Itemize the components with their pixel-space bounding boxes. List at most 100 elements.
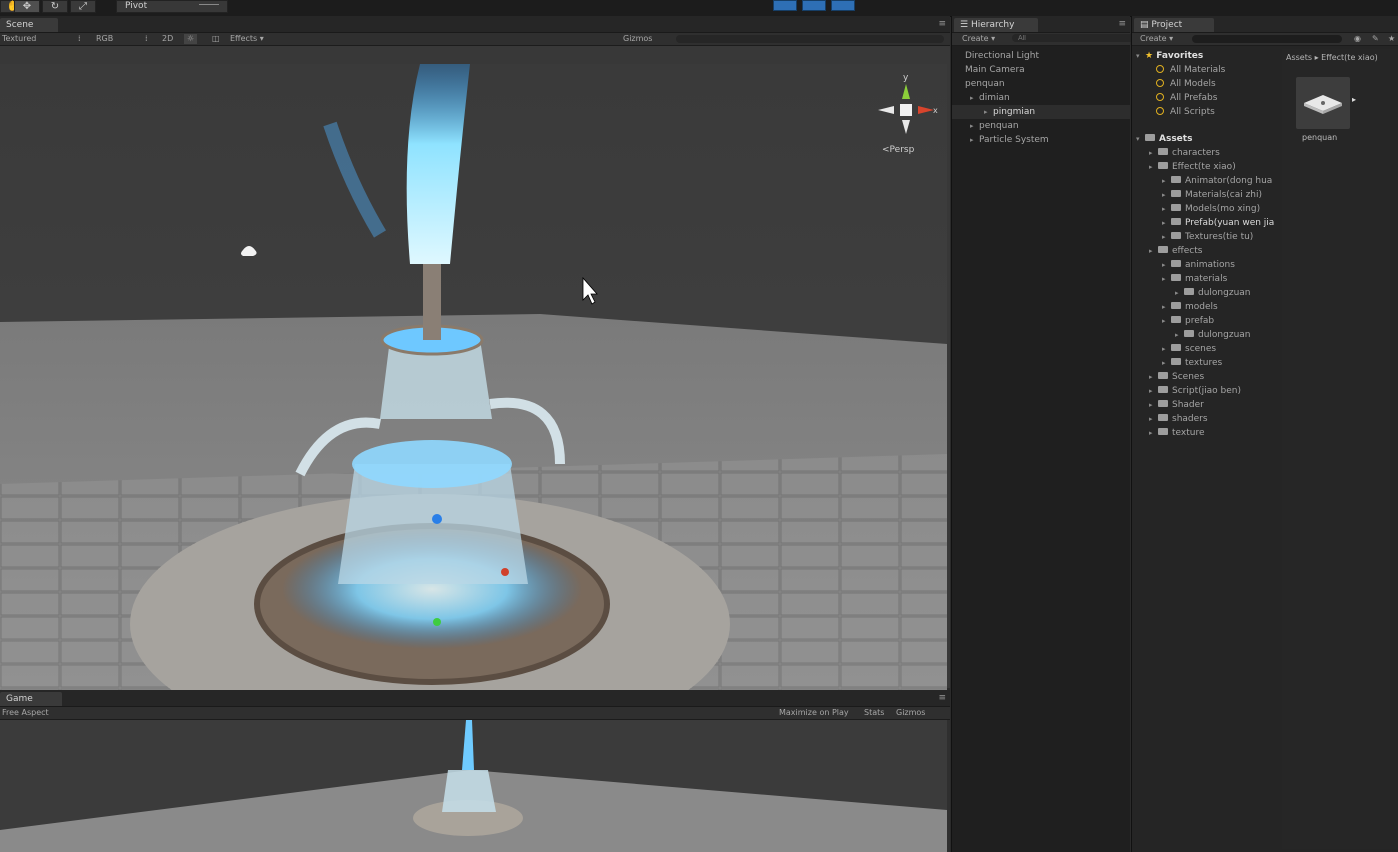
gizmos-dropdown[interactable]: Gizmos <box>623 33 652 45</box>
folder-expand-icon[interactable]: ▸ <box>1162 188 1171 202</box>
game-gizmos-dropdown[interactable]: Gizmos <box>896 707 925 719</box>
hierarchy-item[interactable]: Main Camera <box>952 63 1130 77</box>
move-gizmo-z[interactable] <box>432 514 442 524</box>
folder-expand-icon[interactable]: ▸ <box>1162 202 1171 216</box>
folder-expand-icon[interactable]: ▸ <box>1149 426 1158 440</box>
asset-folder-item[interactable]: ▸ Animator(dong hua <box>1132 174 1282 188</box>
move-gizmo-x[interactable] <box>501 568 509 576</box>
2d-toggle[interactable]: 2D <box>162 33 173 45</box>
shading-mode-dropdown[interactable]: Textured <box>2 33 36 45</box>
folder-expand-icon[interactable]: ▸ <box>1162 342 1171 356</box>
breadcrumb-current[interactable]: Effect(te xiao) <box>1321 53 1378 62</box>
gizmo-center-cube[interactable] <box>900 104 912 116</box>
maximize-on-play-toggle[interactable]: Maximize on Play <box>779 707 849 719</box>
project-create-button[interactable]: Create ▾ <box>1140 33 1173 45</box>
asset-folder-item[interactable]: ▸ Script(jiao ben) <box>1132 384 1282 398</box>
folder-expand-icon[interactable]: ▸ <box>1149 412 1158 426</box>
filter-by-type-icon[interactable]: ◉ <box>1354 33 1361 45</box>
panel-menu-icon[interactable]: ≡ <box>938 19 946 29</box>
folder-expand-icon[interactable]: ▸ <box>1162 174 1171 188</box>
asset-folder-item[interactable]: ▸ texture <box>1132 426 1282 440</box>
aspect-dropdown[interactable]: Free Aspect <box>2 707 49 719</box>
asset-folder-item[interactable]: ▸ prefab <box>1132 314 1282 328</box>
step-button[interactable] <box>831 0 855 11</box>
asset-folder-item[interactable]: ▸ materials <box>1132 272 1282 286</box>
favorite-item[interactable]: All Scripts <box>1132 105 1282 119</box>
asset-folder-item[interactable]: ▸ scenes <box>1132 342 1282 356</box>
folder-expand-icon[interactable]: ▸ <box>1149 384 1158 398</box>
folder-expand-icon[interactable]: ▸ <box>1162 216 1171 230</box>
hierarchy-item[interactable]: Directional Light <box>952 49 1130 63</box>
lighting-toggle-icon[interactable]: ☼ <box>184 34 198 44</box>
asset-folder-item[interactable]: ▸ Models(mo xing) <box>1132 202 1282 216</box>
folder-expand-icon[interactable]: ▸ <box>1162 258 1171 272</box>
tab-hierarchy[interactable]: ☰ Hierarchy <box>954 18 1038 32</box>
folder-expand-icon[interactable]: ▸ <box>1162 272 1171 286</box>
folder-expand-icon[interactable]: ▸ <box>1175 286 1184 300</box>
hierarchy-search-input[interactable] <box>1012 34 1134 42</box>
favorite-item[interactable]: All Materials <box>1132 63 1282 77</box>
asset-folder-item[interactable]: ▸ dulongzuan <box>1132 328 1282 342</box>
hierarchy-item[interactable]: ▸ Particle System <box>952 133 1130 147</box>
hierarchy-expand-icon[interactable]: ▸ <box>984 105 993 119</box>
asset-folder-item[interactable]: ▸ effects <box>1132 244 1282 258</box>
asset-folder-item[interactable]: ▸ Materials(cai zhi) <box>1132 188 1282 202</box>
pivot-toggle[interactable]: Pivot <box>116 0 228 13</box>
move-gizmo-y[interactable] <box>433 618 441 626</box>
asset-expand-arrow-icon[interactable]: ▸ <box>1352 95 1356 104</box>
favorite-item[interactable]: All Models <box>1132 77 1282 91</box>
hierarchy-item[interactable]: ▸ dimian <box>952 91 1130 105</box>
asset-folder-item[interactable]: ▸ Effect(te xiao) <box>1132 160 1282 174</box>
asset-folder-item[interactable]: ▸ shaders <box>1132 412 1282 426</box>
assets-header[interactable]: ▾ Assets <box>1132 132 1282 146</box>
asset-folder-item[interactable]: ▸ Scenes <box>1132 370 1282 384</box>
scene-viewport[interactable]: y x <Persp <box>0 64 947 702</box>
project-search-input[interactable] <box>1192 35 1342 43</box>
folder-expand-icon[interactable]: ▸ <box>1149 160 1158 174</box>
tab-game[interactable]: Game <box>0 692 62 706</box>
project-breadcrumb[interactable]: Assets ▸ Effect(te xiao) <box>1286 51 1378 65</box>
tab-scene[interactable]: Scene <box>0 18 58 32</box>
folder-expand-icon[interactable]: ▸ <box>1162 300 1171 314</box>
pause-button[interactable] <box>802 0 826 11</box>
hierarchy-menu-icon[interactable]: ≡ <box>1118 19 1126 29</box>
asset-folder-item[interactable]: ▸ characters <box>1132 146 1282 160</box>
favorite-search-icon[interactable]: ★ <box>1388 33 1395 45</box>
scale-tool-button[interactable]: ⤢ <box>70 0 96 13</box>
asset-folder-item[interactable]: ▸ Shader <box>1132 398 1282 412</box>
folder-expand-icon[interactable]: ▸ <box>1162 356 1171 370</box>
folder-expand-icon[interactable]: ▸ <box>1162 230 1171 244</box>
render-mode-dropdown[interactable]: RGB <box>96 33 113 45</box>
tab-project[interactable]: ▤ Project <box>1134 18 1214 32</box>
play-button[interactable] <box>773 0 797 11</box>
asset-folder-item[interactable]: ▸ animations <box>1132 258 1282 272</box>
asset-folder-item[interactable]: ▸ dulongzuan <box>1132 286 1282 300</box>
effects-dropdown[interactable]: Effects ▾ <box>230 33 264 45</box>
game-panel-menu-icon[interactable]: ≡ <box>938 693 946 703</box>
folder-expand-icon[interactable]: ▸ <box>1175 328 1184 342</box>
favorites-header[interactable]: ▾ ★ Favorites <box>1132 49 1282 63</box>
favorite-item[interactable]: All Prefabs <box>1132 91 1282 105</box>
rotate-tool-button[interactable]: ↻ <box>42 0 68 13</box>
folder-expand-icon[interactable]: ▸ <box>1149 398 1158 412</box>
stats-toggle[interactable]: Stats <box>864 707 884 719</box>
hierarchy-expand-icon[interactable]: ▸ <box>970 119 979 133</box>
folder-expand-icon[interactable]: ▸ <box>1149 244 1158 258</box>
asset-folder-item[interactable]: ▸ models <box>1132 300 1282 314</box>
game-viewport[interactable] <box>0 720 947 852</box>
folder-expand-icon[interactable]: ▸ <box>1162 314 1171 328</box>
asset-folder-item[interactable]: ▸ Prefab(yuan wen jia <box>1132 216 1282 230</box>
hierarchy-item[interactable]: ▸ pingmian <box>952 105 1130 119</box>
folder-expand-icon[interactable]: ▸ <box>1149 146 1158 160</box>
persp-label[interactable]: <Persp <box>882 145 915 155</box>
folder-expand-icon[interactable]: ▸ <box>1149 370 1158 384</box>
asset-folder-item[interactable]: ▸ textures <box>1132 356 1282 370</box>
audio-toggle-icon[interactable]: ◫ <box>212 33 220 45</box>
hierarchy-create-button[interactable]: Create ▾ <box>962 33 995 45</box>
asset-tile-penquan[interactable]: ▸ <box>1296 77 1356 129</box>
move-tool-button[interactable]: ✥ <box>14 0 40 13</box>
asset-folder-item[interactable]: ▸ Textures(tie tu) <box>1132 230 1282 244</box>
breadcrumb-root[interactable]: Assets <box>1286 53 1312 62</box>
scene-search-input[interactable] <box>676 35 944 43</box>
hierarchy-expand-icon[interactable]: ▸ <box>970 91 979 105</box>
